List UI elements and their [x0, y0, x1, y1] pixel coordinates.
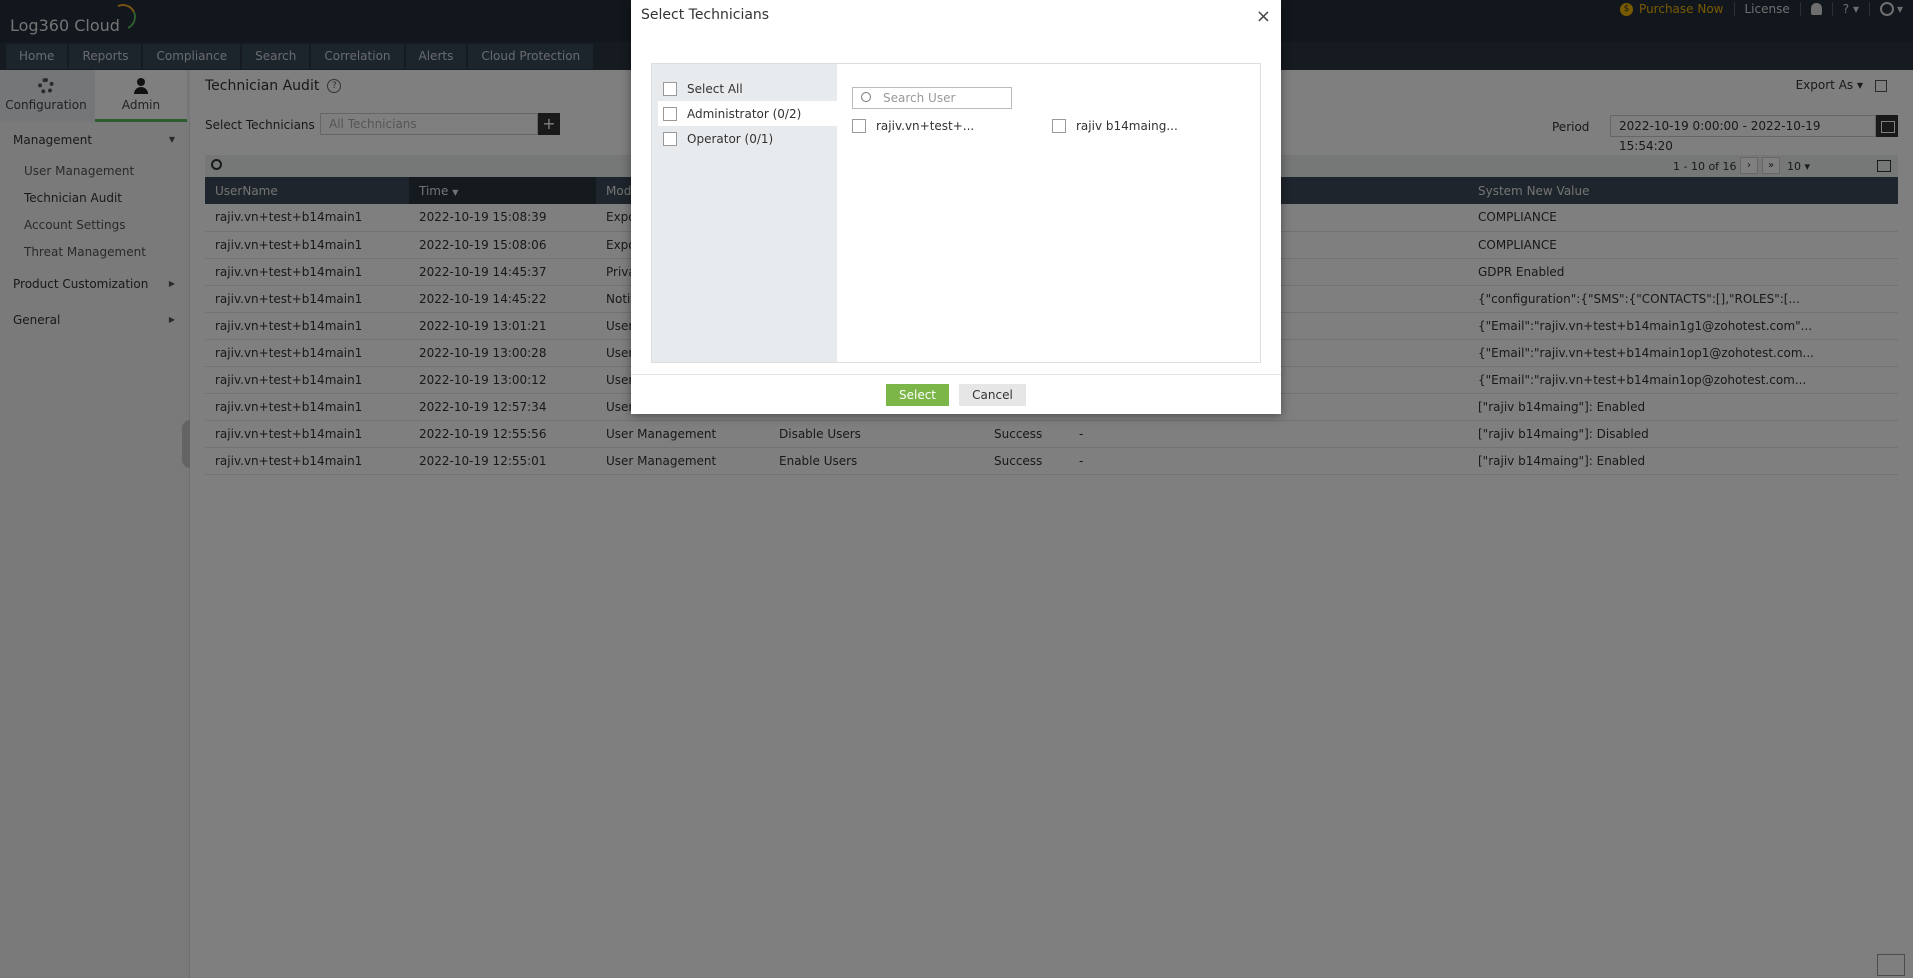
role-item-select-all[interactable]: Select All [658, 76, 837, 101]
user-option-rajiv-b14maing[interactable]: rajiv b14maing... [1052, 119, 1178, 133]
checkbox[interactable] [1052, 119, 1066, 133]
checkbox[interactable] [663, 81, 677, 96]
role-item-operator[interactable]: Operator (0/1) [658, 126, 837, 151]
dialog-body: Select All Administrator (0/2) Operator … [651, 63, 1261, 363]
select-technicians-dialog: Select Technicians × Select All Administ… [631, 0, 1281, 414]
checkbox[interactable] [852, 119, 866, 133]
dialog-title: Select Technicians [641, 7, 770, 23]
checkbox[interactable] [663, 106, 677, 121]
user-option-rajiv-vn[interactable]: rajiv.vn+test+... [852, 119, 974, 133]
cancel-button[interactable]: Cancel [959, 384, 1026, 406]
select-button[interactable]: Select [886, 384, 949, 406]
close-icon[interactable]: × [1256, 6, 1271, 27]
dialog-footer: Select Cancel [631, 374, 1281, 414]
checkbox[interactable] [663, 131, 677, 146]
search-icon [861, 92, 871, 102]
user-list: Search User rajiv.vn+test+... rajiv b14m… [837, 64, 1260, 362]
role-item-administrator[interactable]: Administrator (0/2) [658, 101, 837, 126]
search-user-input[interactable]: Search User [852, 87, 1012, 109]
role-list: Select All Administrator (0/2) Operator … [652, 64, 837, 362]
